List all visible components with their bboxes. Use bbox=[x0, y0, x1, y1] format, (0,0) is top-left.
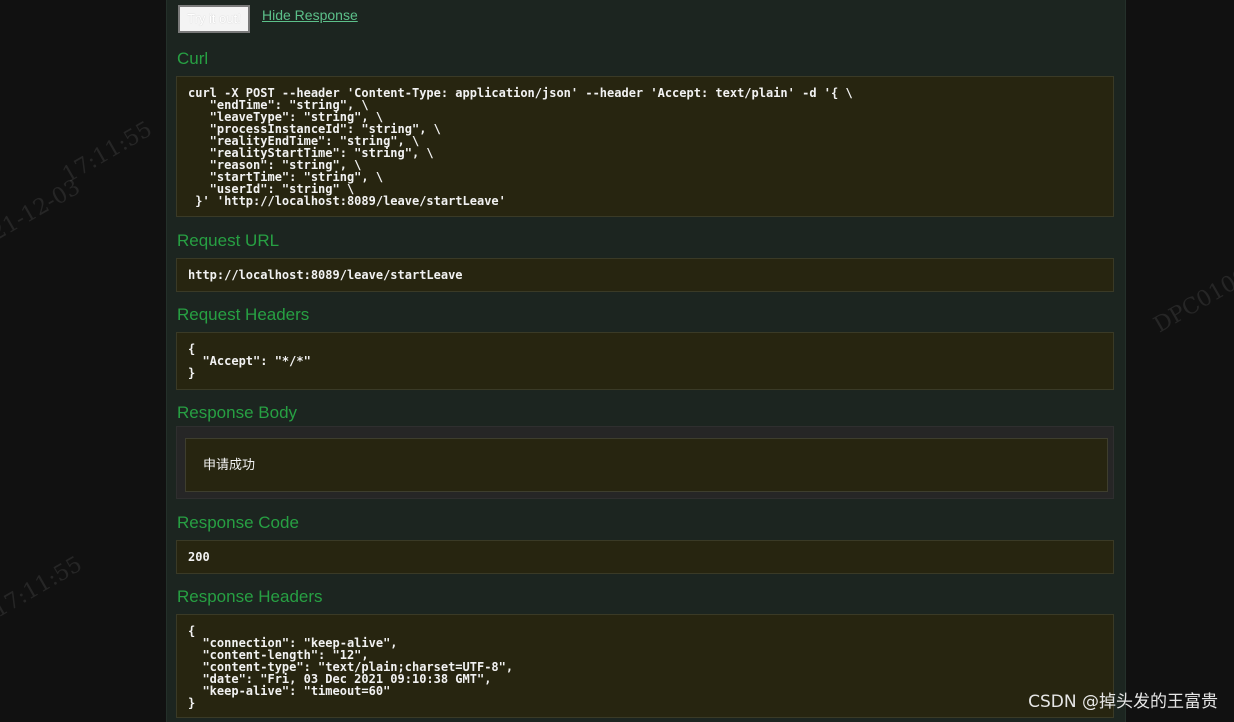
page: 2021-12-03 17:11:55 17:11:55 2021-12-03 … bbox=[0, 0, 1234, 722]
response-headers-title: Response Headers bbox=[177, 587, 323, 606]
request-url-title: Request URL bbox=[177, 231, 280, 250]
curl-block: curl -X POST --header 'Content-Type: app… bbox=[176, 76, 1114, 217]
response-headers-block: { "connection": "keep-alive", "content-l… bbox=[176, 614, 1114, 718]
request-url-block: http://localhost:8089/leave/startLeave bbox=[176, 258, 1114, 292]
watermark-time: 17:11:55 bbox=[0, 551, 87, 624]
curl-code: curl -X POST --header 'Content-Type: app… bbox=[188, 86, 853, 208]
response-code-title: Response Code bbox=[177, 513, 299, 532]
request-url-value: http://localhost:8089/leave/startLeave bbox=[188, 268, 463, 282]
request-headers-title: Request Headers bbox=[177, 305, 310, 324]
curl-title: Curl bbox=[177, 49, 209, 68]
csdn-credit-watermark: CSDN @掉头发的王富贵 bbox=[1028, 692, 1218, 712]
response-body-container: 申请成功 bbox=[176, 426, 1114, 499]
operation-response-panel: Try it out! Hide Response Curl curl -X P… bbox=[166, 0, 1126, 722]
request-headers-block: { "Accept": "*/*" } bbox=[176, 332, 1114, 390]
watermark-date: 2021-12-03 bbox=[0, 174, 85, 261]
response-code-value: 200 bbox=[188, 550, 210, 564]
request-headers-code: { "Accept": "*/*" } bbox=[188, 342, 311, 380]
response-headers-code: { "connection": "keep-alive", "content-l… bbox=[188, 624, 514, 710]
watermark-time: 17:11:55 bbox=[58, 116, 157, 189]
response-code-block: 200 bbox=[176, 540, 1114, 574]
try-it-out-button[interactable]: Try it out! bbox=[178, 5, 250, 33]
watermark-user: DPC01094 bbox=[1149, 256, 1234, 339]
response-body-value: 申请成功 bbox=[185, 438, 1108, 492]
hide-response-link[interactable]: Hide Response bbox=[262, 7, 358, 23]
response-body-title: Response Body bbox=[177, 403, 298, 422]
